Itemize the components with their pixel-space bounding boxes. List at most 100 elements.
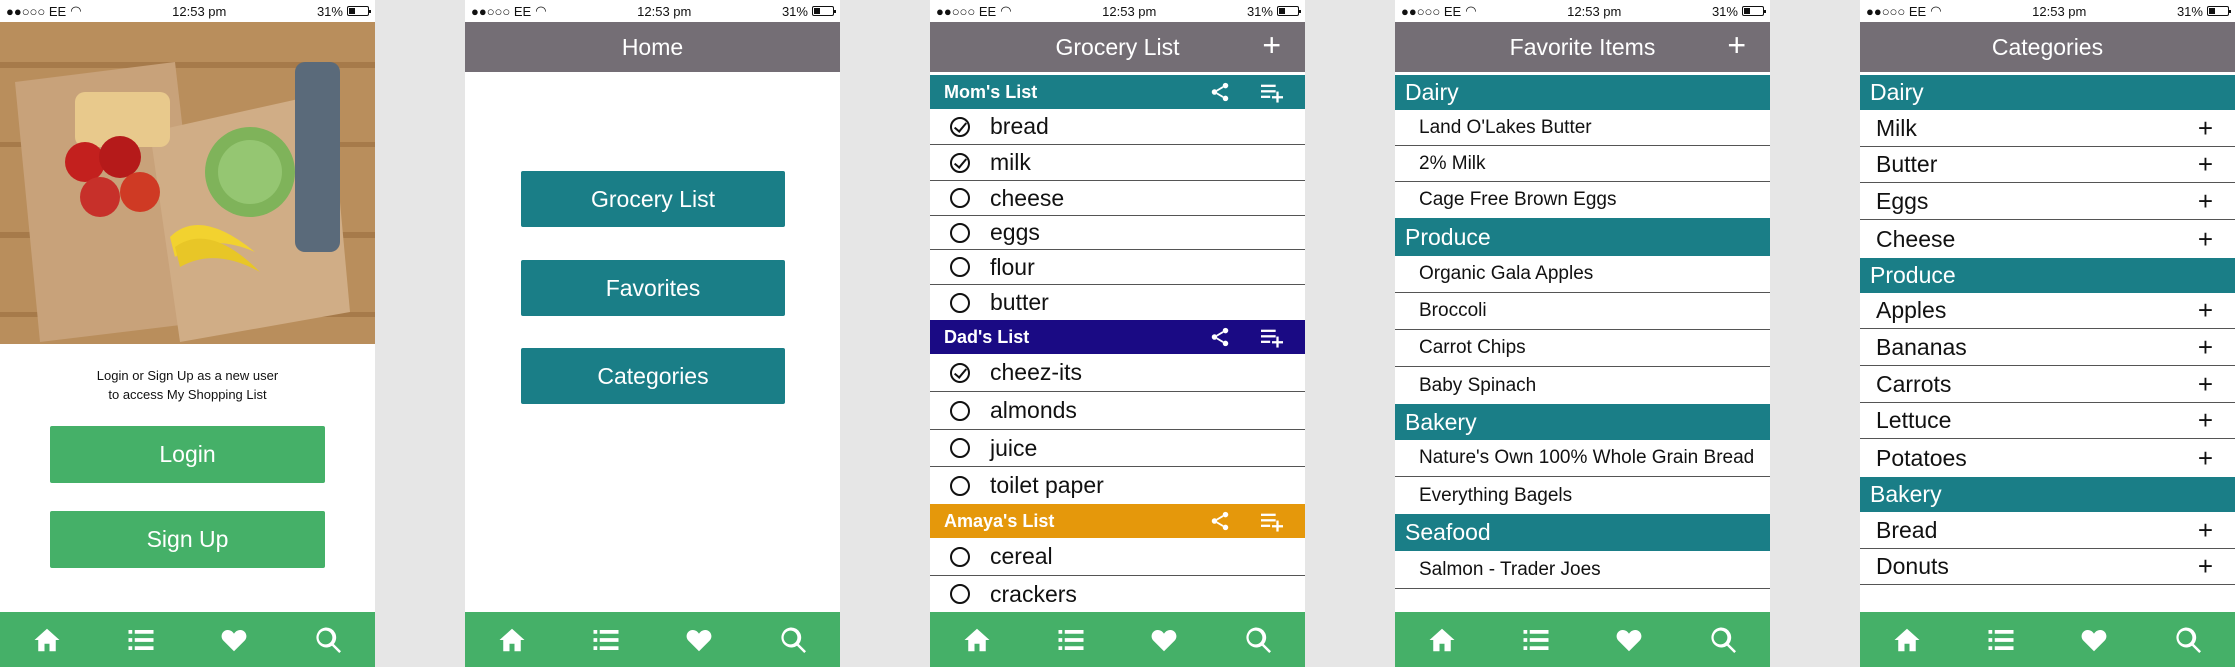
list-header-dads[interactable]: Dad's List <box>930 320 1305 354</box>
list-icon[interactable] <box>1986 625 2016 655</box>
unchecked-icon[interactable] <box>950 400 970 421</box>
category-item-bread[interactable]: Bread + <box>1860 512 2235 549</box>
unchecked-icon[interactable] <box>950 257 970 277</box>
search-icon[interactable] <box>2173 625 2203 655</box>
signup-button[interactable]: Sign Up <box>50 511 325 568</box>
favorite-item[interactable]: Everything Bagels <box>1395 477 1770 514</box>
home-icon[interactable] <box>497 625 527 655</box>
favorite-item[interactable]: Carrot Chips <box>1395 330 1770 367</box>
list-item-toilet-paper[interactable]: toilet paper <box>930 467 1305 504</box>
list-item-almonds[interactable]: almonds <box>930 392 1305 430</box>
category-item-bananas[interactable]: Bananas + <box>1860 329 2235 366</box>
search-icon[interactable] <box>778 625 808 655</box>
category-item-lettuce[interactable]: Lettuce + <box>1860 403 2235 439</box>
grocery-list-button[interactable]: Grocery List <box>521 171 785 227</box>
favorite-item[interactable]: Cage Free Brown Eggs <box>1395 182 1770 218</box>
category-item-milk[interactable]: Milk + <box>1860 110 2235 147</box>
category-item-carrots[interactable]: Carrots + <box>1860 366 2235 403</box>
heart-icon[interactable] <box>1149 625 1179 655</box>
list-icon[interactable] <box>1521 625 1551 655</box>
unchecked-icon[interactable] <box>950 546 970 567</box>
search-icon[interactable] <box>1243 625 1273 655</box>
list-item-cheese[interactable]: cheese <box>930 181 1305 216</box>
add-to-list-icon[interactable] <box>1259 510 1285 532</box>
list-item-bread[interactable]: bread <box>930 109 1305 145</box>
add-favorite-button[interactable]: + <box>1727 29 1746 61</box>
add-item-button[interactable]: + <box>2198 551 2213 582</box>
list-item-flour[interactable]: flour <box>930 250 1305 285</box>
list-icon[interactable] <box>1056 625 1086 655</box>
add-item-button[interactable]: + <box>2198 369 2213 400</box>
add-item-button[interactable]: + <box>2198 224 2213 255</box>
favorite-item[interactable]: Salmon - Trader Joes <box>1395 551 1770 589</box>
category-item-butter[interactable]: Butter + <box>1860 147 2235 183</box>
add-item-button[interactable]: + <box>2198 149 2213 180</box>
add-to-list-icon[interactable] <box>1259 326 1285 348</box>
add-item-button[interactable]: + <box>2198 295 2213 326</box>
add-to-list-icon[interactable] <box>1259 81 1285 103</box>
list-header-moms[interactable]: Mom's List <box>930 75 1305 109</box>
item-label: bread <box>990 113 1049 139</box>
checked-icon[interactable] <box>950 362 970 383</box>
wifi-icon: ◠ <box>535 3 547 18</box>
favorite-item[interactable]: 2% Milk <box>1395 146 1770 182</box>
home-icon[interactable] <box>1892 625 1922 655</box>
category-item-potatoes[interactable]: Potatoes + <box>1860 439 2235 477</box>
heart-icon[interactable] <box>684 625 714 655</box>
checked-icon[interactable] <box>950 152 970 173</box>
home-icon[interactable] <box>1427 625 1457 655</box>
list-item-cheez-its[interactable]: cheez-its <box>930 354 1305 392</box>
add-item-button[interactable]: + <box>2198 113 2213 144</box>
heart-icon[interactable] <box>2079 625 2109 655</box>
add-item-button[interactable]: + <box>2198 443 2213 474</box>
favorite-item[interactable]: Land O'Lakes Butter <box>1395 110 1770 146</box>
category-item-eggs[interactable]: Eggs + <box>1860 183 2235 220</box>
unchecked-icon[interactable] <box>950 584 970 604</box>
unchecked-icon[interactable] <box>950 438 970 458</box>
categories-button[interactable]: Categories <box>521 348 785 404</box>
category-item-donuts[interactable]: Donuts + <box>1860 549 2235 585</box>
home-icon[interactable] <box>962 625 992 655</box>
heart-icon[interactable] <box>1614 625 1644 655</box>
status-bar: ●●○○○ EE ◠ 12:53 pm 31% <box>465 0 840 22</box>
favorites-button[interactable]: Favorites <box>521 260 785 316</box>
battery-percent: 31% <box>1246 3 1273 19</box>
unchecked-icon[interactable] <box>950 475 970 496</box>
add-item-button[interactable]: + <box>2198 186 2213 217</box>
category-item-apples[interactable]: Apples + <box>1860 293 2235 329</box>
list-icon[interactable] <box>126 625 156 655</box>
item-label: cereal <box>990 543 1053 569</box>
share-icon[interactable] <box>1207 81 1233 103</box>
add-item-button[interactable]: + <box>2198 515 2213 546</box>
list-item-crackers[interactable]: crackers <box>930 576 1305 612</box>
list-item-juice[interactable]: juice <box>930 430 1305 467</box>
list-item-cereal[interactable]: cereal <box>930 538 1305 576</box>
list-header-amayas[interactable]: Amaya's List <box>930 504 1305 538</box>
add-list-button[interactable]: + <box>1262 29 1281 61</box>
share-icon[interactable] <box>1207 326 1233 348</box>
list-item-butter[interactable]: butter <box>930 285 1305 320</box>
login-button[interactable]: Login <box>50 426 325 483</box>
category-item-cheese[interactable]: Cheese + <box>1860 220 2235 258</box>
share-icon[interactable] <box>1207 510 1233 532</box>
list-item-eggs[interactable]: eggs <box>930 216 1305 250</box>
favorite-item[interactable]: Baby Spinach <box>1395 367 1770 404</box>
add-item-button[interactable]: + <box>2198 332 2213 363</box>
home-icon[interactable] <box>32 625 62 655</box>
search-icon[interactable] <box>313 625 343 655</box>
heart-icon[interactable] <box>219 625 249 655</box>
favorite-item[interactable]: Nature's Own 100% Whole Grain Bread <box>1395 440 1770 477</box>
item-label: flour <box>990 253 1035 280</box>
checked-icon[interactable] <box>950 116 970 137</box>
unchecked-icon[interactable] <box>950 188 970 208</box>
list-icon[interactable] <box>591 625 621 655</box>
unchecked-icon[interactable] <box>950 292 970 313</box>
favorite-item[interactable]: Organic Gala Apples <box>1395 256 1770 293</box>
search-icon[interactable] <box>1708 625 1738 655</box>
add-item-button[interactable]: + <box>2198 405 2213 436</box>
status-bar: ●●○○○ EE ◠ 12:53 pm 31% <box>930 0 1305 22</box>
list-item-milk[interactable]: milk <box>930 145 1305 181</box>
favorite-item[interactable]: Broccoli <box>1395 293 1770 330</box>
item-label: Bread <box>1876 516 1938 543</box>
unchecked-icon[interactable] <box>950 222 970 243</box>
